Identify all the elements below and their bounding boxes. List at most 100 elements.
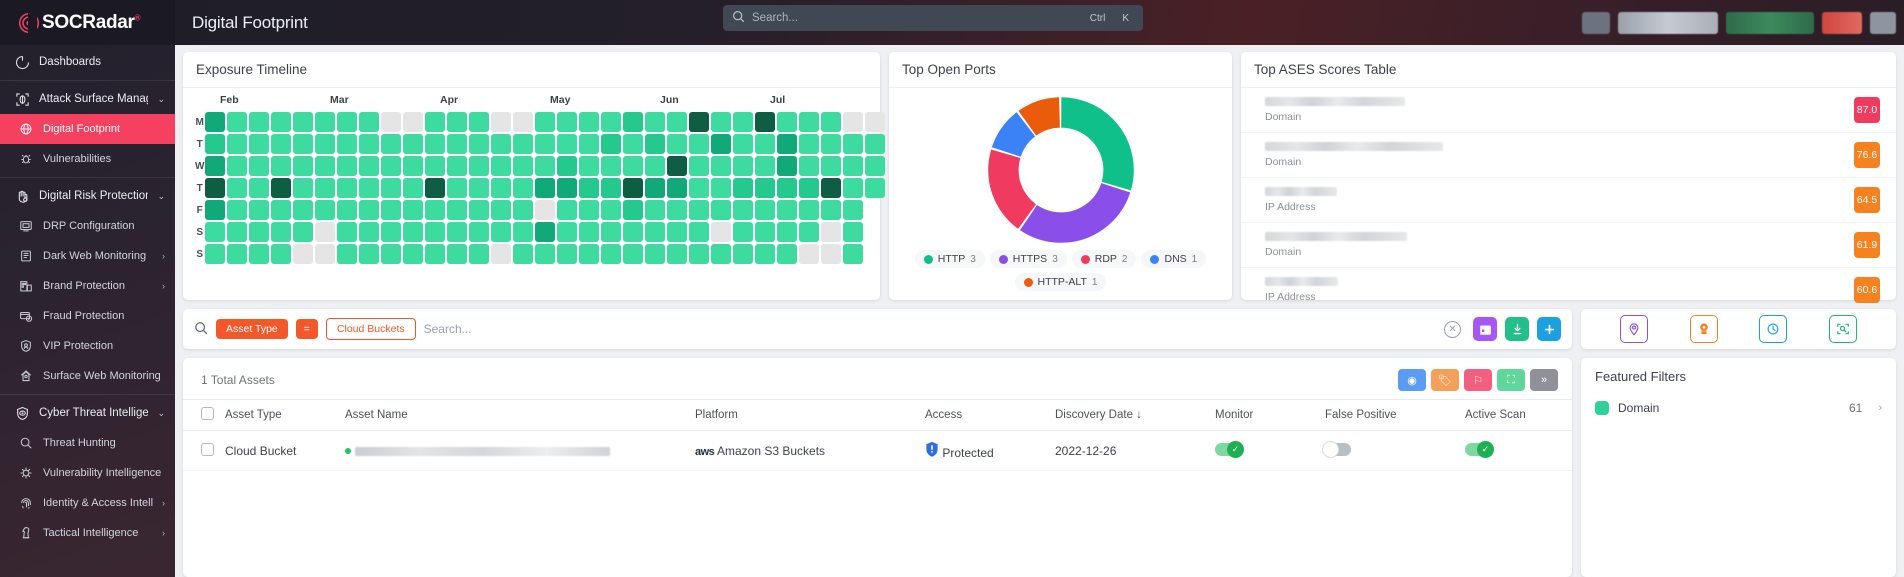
heatmap-cell[interactable] bbox=[293, 222, 314, 242]
featured-filter-item[interactable]: Domain 61 › bbox=[1581, 395, 1896, 421]
heatmap-cell[interactable] bbox=[447, 244, 468, 264]
heatmap-cell[interactable] bbox=[557, 222, 578, 242]
heatmap-cell[interactable] bbox=[557, 200, 578, 220]
heatmap-cell[interactable] bbox=[535, 200, 556, 220]
heatmap-cell[interactable] bbox=[491, 178, 512, 198]
ases-row[interactable]: Domain 61.9 bbox=[1241, 223, 1896, 268]
heatmap-cell[interactable] bbox=[843, 244, 864, 264]
heatmap-cell[interactable] bbox=[799, 156, 820, 176]
heatmap-cell[interactable] bbox=[381, 156, 402, 176]
view-button[interactable]: ◉ bbox=[1398, 369, 1426, 391]
heatmap-cell[interactable] bbox=[205, 178, 226, 198]
select-all-checkbox[interactable] bbox=[201, 407, 214, 420]
more-button[interactable]: » bbox=[1530, 369, 1558, 391]
heatmap-cell[interactable] bbox=[535, 244, 556, 264]
heatmap-cell[interactable] bbox=[425, 244, 446, 264]
heatmap-cell[interactable] bbox=[711, 178, 732, 198]
heatmap-cell[interactable] bbox=[601, 134, 622, 154]
heatmap-cell[interactable] bbox=[425, 178, 446, 198]
heatmap-cell[interactable] bbox=[315, 244, 336, 264]
heatmap-cell[interactable] bbox=[821, 200, 842, 220]
heatmap-cell[interactable] bbox=[579, 156, 600, 176]
heatmap-cell[interactable] bbox=[645, 112, 666, 132]
heatmap-cell[interactable] bbox=[403, 200, 424, 220]
heatmap-cell[interactable] bbox=[337, 178, 358, 198]
sidebar-item-threat-hunting[interactable]: Threat Hunting bbox=[0, 428, 175, 458]
heatmap-cell[interactable] bbox=[579, 222, 600, 242]
sidebar-item-vip-protection[interactable]: VIP Protection bbox=[0, 331, 175, 361]
heatmap-cell[interactable] bbox=[799, 200, 820, 220]
heatmap-cell[interactable] bbox=[777, 178, 798, 198]
heatmap-cell[interactable] bbox=[601, 112, 622, 132]
cell-false-positive[interactable] bbox=[1322, 430, 1465, 471]
heatmap-cell[interactable] bbox=[535, 222, 556, 242]
heatmap-cell[interactable] bbox=[469, 134, 490, 154]
heatmap-cell[interactable] bbox=[733, 134, 754, 154]
heatmap-cell[interactable] bbox=[865, 156, 886, 176]
heatmap-cell[interactable] bbox=[447, 134, 468, 154]
heatmap-cell[interactable] bbox=[755, 156, 776, 176]
heatmap-cell[interactable] bbox=[733, 156, 754, 176]
heatmap-cell[interactable] bbox=[381, 112, 402, 132]
false-positive-toggle[interactable] bbox=[1322, 440, 1351, 458]
heatmap-cell[interactable] bbox=[359, 244, 380, 264]
filter-value-chip[interactable]: Cloud Buckets bbox=[325, 318, 416, 340]
heatmap-cell[interactable] bbox=[447, 112, 468, 132]
heatmap-cell[interactable] bbox=[843, 178, 864, 198]
heatmap-cell[interactable] bbox=[249, 222, 270, 242]
heatmap-cell[interactable] bbox=[469, 244, 490, 264]
heatmap-cell[interactable] bbox=[293, 156, 314, 176]
heatmap-cell[interactable] bbox=[491, 156, 512, 176]
heatmap-cell[interactable] bbox=[733, 222, 754, 242]
heatmap-cell[interactable] bbox=[821, 244, 842, 264]
ases-row[interactable]: IP Address 60.6 bbox=[1241, 268, 1896, 312]
heatmap-cell[interactable] bbox=[491, 200, 512, 220]
heatmap-cell[interactable] bbox=[513, 112, 534, 132]
heatmap-cell[interactable] bbox=[579, 244, 600, 264]
heatmap-cell[interactable] bbox=[689, 244, 710, 264]
add-button[interactable] bbox=[1537, 317, 1561, 341]
heatmap-cell[interactable] bbox=[601, 222, 622, 242]
heatmap-cell[interactable] bbox=[491, 134, 512, 154]
heatmap-cell[interactable] bbox=[865, 112, 886, 132]
heatmap-cell[interactable] bbox=[667, 156, 688, 176]
heatmap-cell[interactable] bbox=[271, 134, 292, 154]
ases-row[interactable]: IP Address 64.5 bbox=[1241, 178, 1896, 223]
history-button[interactable] bbox=[1759, 315, 1788, 343]
heatmap-cell[interactable] bbox=[601, 244, 622, 264]
heatmap-cell[interactable] bbox=[557, 134, 578, 154]
heatmap-cell[interactable] bbox=[469, 222, 490, 242]
heatmap-cell[interactable] bbox=[579, 112, 600, 132]
scan-button[interactable]: ⛶ bbox=[1497, 369, 1525, 391]
heatmap-cell[interactable] bbox=[601, 156, 622, 176]
sidebar-item-drp-configuration[interactable]: DRP Configuration bbox=[0, 211, 175, 241]
location-pin-button[interactable] bbox=[1619, 315, 1648, 343]
col-platform[interactable]: Platform bbox=[695, 399, 925, 431]
heatmap-cell[interactable] bbox=[557, 244, 578, 264]
legend-item-http[interactable]: HTTP 3 bbox=[914, 250, 985, 268]
tag-button[interactable]: 🏷 bbox=[1431, 369, 1459, 391]
sidebar-item-surface-web-monitoring[interactable]: Surface Web Monitoring bbox=[0, 361, 175, 391]
heatmap-cell[interactable] bbox=[557, 178, 578, 198]
cell-monitor[interactable]: ✓ bbox=[1215, 430, 1325, 471]
heatmap-cell[interactable] bbox=[271, 200, 292, 220]
heatmap-cell[interactable] bbox=[689, 112, 710, 132]
heatmap-cell[interactable] bbox=[271, 112, 292, 132]
heatmap-cell[interactable] bbox=[271, 222, 292, 242]
heatmap-cell[interactable] bbox=[865, 178, 886, 198]
heatmap-cell[interactable] bbox=[843, 156, 864, 176]
heatmap-cell[interactable] bbox=[249, 200, 270, 220]
heatmap-cell[interactable] bbox=[667, 222, 688, 242]
table-row[interactable]: Cloud Bucket aws Amazon S3 Buckets Protec… bbox=[183, 430, 1572, 471]
ases-row[interactable]: Domain 87.0 bbox=[1241, 88, 1896, 133]
sidebar-item-vulnerabilities[interactable]: Vulnerabilities bbox=[0, 144, 175, 174]
scan-button[interactable] bbox=[1829, 315, 1858, 343]
col-active-scan[interactable]: Active Scan bbox=[1465, 399, 1572, 431]
heatmap-cell[interactable] bbox=[337, 244, 358, 264]
heatmap-cell[interactable] bbox=[227, 178, 248, 198]
heatmap-cell[interactable] bbox=[667, 178, 688, 198]
download-button[interactable] bbox=[1505, 317, 1529, 341]
sidebar-item-dark-web-monitoring[interactable]: Dark Web Monitoring › bbox=[0, 241, 175, 271]
heatmap-cell[interactable] bbox=[601, 200, 622, 220]
heatmap-cell[interactable] bbox=[689, 222, 710, 242]
